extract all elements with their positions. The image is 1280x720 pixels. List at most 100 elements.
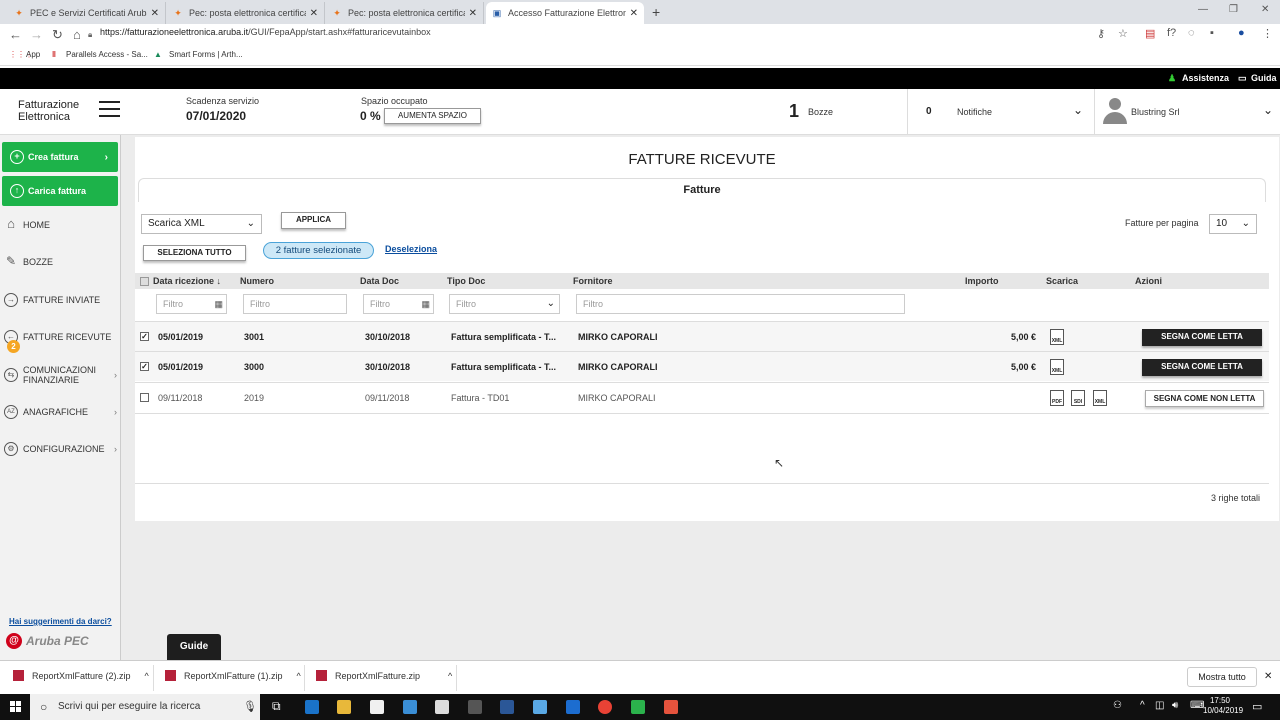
row-checkbox[interactable]: ✓	[140, 332, 149, 341]
forward-icon[interactable]: →	[30, 27, 43, 42]
notifications-icon[interactable]: ▭	[1252, 700, 1262, 713]
download-item[interactable]: ReportXmlFatture.zip ^	[316, 670, 452, 681]
browser-tab-active[interactable]: ▣Accesso Fatturazione Elettronica✕	[486, 2, 644, 24]
row-checkbox[interactable]	[140, 393, 149, 402]
app-logo[interactable]: Fatturazione Elettronica	[18, 99, 79, 123]
recorder-icon[interactable]	[664, 700, 678, 714]
col-fornitore[interactable]: Fornitore	[573, 276, 613, 286]
filter-data-ricezione[interactable]: Filtro ▦	[156, 294, 227, 314]
mostra-tutto-button[interactable]: Mostra tutto	[1187, 667, 1257, 687]
tray-chevron-up-icon[interactable]: ^	[1140, 700, 1145, 711]
table-row[interactable]: ✓ 05/01/2019 3001 30/10/2018 Fattura sem…	[135, 321, 1269, 351]
extension-circle-icon[interactable]: ◌	[1188, 27, 1195, 39]
people-icon[interactable]: ⚇	[1113, 700, 1122, 711]
taskbar-search-input[interactable]: Scrivi qui per eseguire la ricerca	[30, 694, 260, 720]
row-checkbox[interactable]: ✓	[140, 362, 149, 371]
chevron-up-icon[interactable]: ^	[297, 671, 301, 681]
guida-link[interactable]: Guida	[1251, 73, 1277, 83]
sidebar-item-anagrafiche[interactable]: AZ ANAGRAFICHE ›	[0, 394, 121, 430]
user-name[interactable]: Blustring Srl	[1131, 107, 1180, 117]
guide-button[interactable]: Guide	[167, 634, 221, 660]
extension-icon[interactable]: ▪	[1210, 27, 1214, 39]
deseleziona-link[interactable]: Deseleziona	[385, 244, 437, 254]
browser-tab[interactable]: ✦PEC e Servizi Certificati Aruba: Fa✕	[8, 2, 166, 24]
home-icon[interactable]: ⌂	[73, 27, 81, 42]
close-window-icon[interactable]: ✕	[1261, 4, 1269, 15]
calculator-icon[interactable]	[468, 700, 482, 714]
new-tab-icon[interactable]: +	[652, 4, 660, 20]
filter-fornitore[interactable]: Filtro	[576, 294, 905, 314]
col-tipo-doc[interactable]: Tipo Doc	[447, 276, 485, 286]
download-item[interactable]: ReportXmlFatture (2).zip ^	[13, 670, 149, 681]
table-row[interactable]: ✓ 05/01/2019 3000 30/10/2018 Fattura sem…	[135, 351, 1269, 381]
restore-icon[interactable]: ❐	[1229, 4, 1238, 15]
aumenta-spazio-button[interactable]: AUMENTA SPAZIO	[384, 108, 481, 124]
close-tab-icon[interactable]: ✕	[310, 8, 318, 19]
sidebar-item-home[interactable]: ⌂ HOME	[0, 207, 121, 243]
camtasia-icon[interactable]	[631, 700, 645, 714]
edge-icon[interactable]	[305, 700, 319, 714]
bozze-label[interactable]: Bozze	[808, 107, 833, 117]
calendar-icon[interactable]: ▦	[214, 295, 223, 313]
reload-icon[interactable]: ↻	[52, 27, 63, 43]
crea-fattura-button[interactable]: + Crea fattura ›	[2, 142, 118, 172]
col-data-doc[interactable]: Data Doc	[360, 276, 399, 286]
notifiche-label[interactable]: Notifiche	[957, 107, 992, 117]
download-sdi-icon[interactable]: SDI	[1071, 390, 1085, 406]
windows-start-icon[interactable]	[10, 701, 22, 713]
extension-pdf-icon[interactable]: ▤	[1145, 27, 1155, 40]
filter-tipo-doc[interactable]: Filtro ⌄	[449, 294, 560, 314]
assistenza-link[interactable]: Assistenza	[1182, 73, 1229, 83]
network-icon[interactable]: ◫	[1155, 700, 1164, 711]
mail-icon[interactable]	[435, 700, 449, 714]
sidebar-item-comunicazioni[interactable]: ⇆ COMUNICAZIONI FINANZIARIE ›	[0, 357, 121, 393]
download-xml-icon[interactable]: XML	[1050, 329, 1064, 345]
user-chevron-down-icon[interactable]: ⌄	[1263, 103, 1273, 117]
star-icon[interactable]: ☆	[1118, 27, 1128, 40]
sidebar-item-fatture-inviate[interactable]: → FATTURE INVIATE	[0, 282, 121, 318]
photos-icon[interactable]	[403, 700, 417, 714]
close-tab-icon[interactable]: ✕	[469, 8, 477, 19]
applica-button[interactable]: APPLICA	[281, 212, 346, 229]
notifiche-chevron-down-icon[interactable]: ⌄	[1073, 103, 1083, 117]
close-downloads-icon[interactable]: ✕	[1264, 671, 1272, 682]
segna-come-letta-button[interactable]: SEGNA COME LETTA	[1142, 329, 1262, 346]
sidebar-item-configurazione[interactable]: ⚙ CONFIGURAZIONE ›	[0, 431, 121, 467]
tab-fatture[interactable]: Fatture	[138, 178, 1266, 202]
sidebar-item-bozze[interactable]: ✎ BOZZE	[0, 244, 121, 280]
bookmark-app[interactable]: App	[26, 50, 40, 59]
chevron-up-icon[interactable]: ^	[448, 671, 452, 681]
browser-tab[interactable]: ✦ Pec: posta elettronica certificata ✕	[167, 2, 325, 24]
file-explorer-icon[interactable]	[337, 700, 351, 714]
hamburger-menu-icon[interactable]	[99, 101, 120, 117]
extension-formula-icon[interactable]: f?	[1167, 27, 1176, 39]
store-icon[interactable]	[370, 700, 384, 714]
app-b-icon[interactable]	[566, 700, 580, 714]
select-all-checkbox[interactable]	[140, 277, 149, 286]
per-pagina-select[interactable]: 10 ⌄	[1209, 214, 1257, 234]
volume-icon[interactable]: 🔊︎	[1172, 700, 1178, 711]
download-xml-icon[interactable]: XML	[1050, 359, 1064, 375]
filter-data-doc[interactable]: Filtro ▦	[363, 294, 434, 314]
profile-avatar-icon[interactable]: ●	[1238, 27, 1245, 39]
key-icon[interactable]: ⚷	[1097, 27, 1105, 40]
app-icon[interactable]	[533, 700, 547, 714]
calendar-icon[interactable]: ▦	[421, 295, 430, 313]
task-view-icon[interactable]: ⧉	[272, 699, 281, 714]
download-pdf-icon[interactable]: PDF	[1050, 390, 1064, 406]
minimize-icon[interactable]: —	[1198, 4, 1208, 15]
bookmark-smartforms[interactable]: Smart Forms | Arth...	[169, 50, 243, 59]
clock[interactable]: 17:50 10/04/2019	[1203, 696, 1243, 716]
action-select[interactable]: Scarica XML ⌄	[141, 214, 262, 234]
table-row[interactable]: 09/11/2018 2019 09/11/2018 Fattura - TD0…	[135, 382, 1269, 412]
carica-fattura-button[interactable]: ↑ Carica fattura	[2, 176, 118, 206]
col-data-ricezione[interactable]: Data ricezione ↓	[153, 276, 221, 286]
close-tab-icon[interactable]: ✕	[630, 8, 638, 19]
back-icon[interactable]: ←	[9, 27, 22, 42]
filter-numero[interactable]: Filtro	[243, 294, 347, 314]
outlook-icon[interactable]	[500, 700, 514, 714]
seleziona-tutto-button[interactable]: SELEZIONA TUTTO	[143, 245, 246, 261]
download-item[interactable]: ReportXmlFatture (1).zip ^	[165, 670, 301, 681]
bookmark-parallels[interactable]: Parallels Access - Sa...	[66, 50, 148, 59]
menu-dots-icon[interactable]: ⋮	[1262, 27, 1273, 40]
